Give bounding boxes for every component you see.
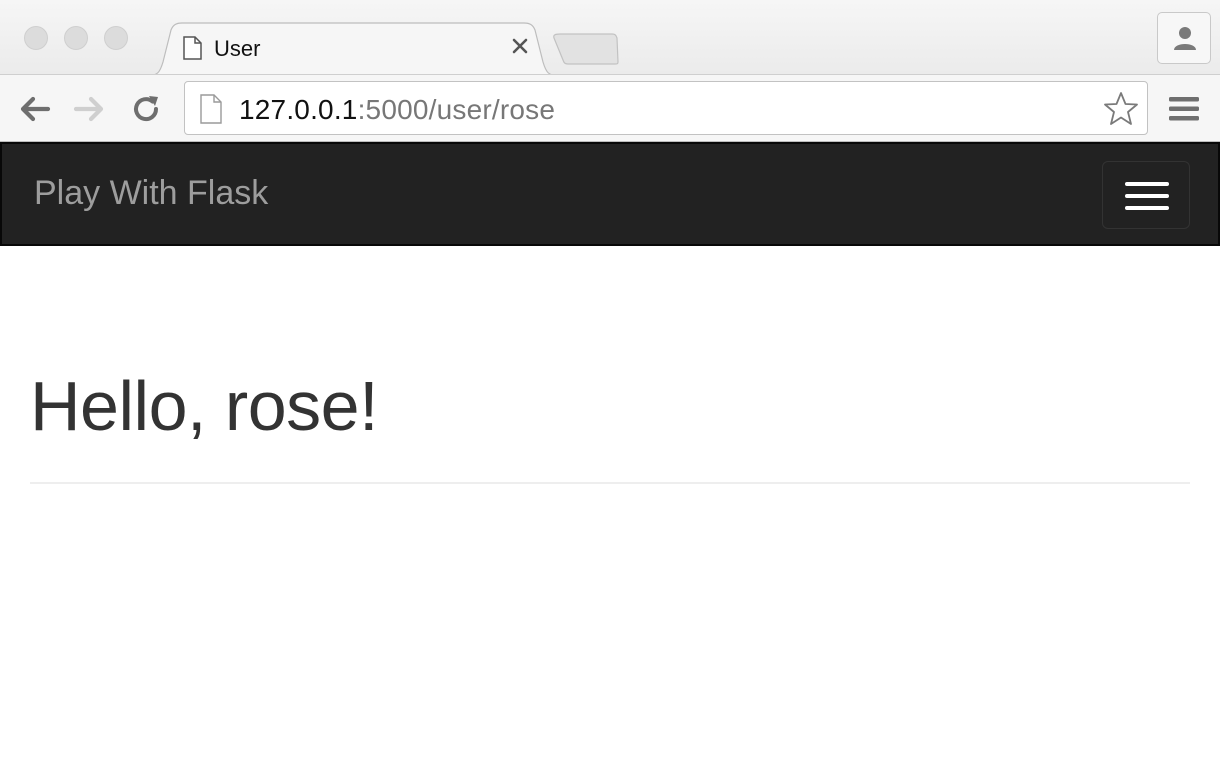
close-window-button[interactable] <box>24 26 48 50</box>
zoom-window-button[interactable] <box>104 26 128 50</box>
page-icon <box>200 94 222 124</box>
url-text[interactable]: 127.0.0.1:5000/user/rose <box>239 94 555 126</box>
site-navbar: Play With Flask <box>0 142 1220 246</box>
browser-titlebar: User <box>0 0 1220 76</box>
minimize-window-button[interactable] <box>64 26 88 50</box>
tab-title: User <box>214 36 261 61</box>
star-icon[interactable] <box>1103 91 1139 127</box>
page-icon <box>183 36 202 60</box>
close-icon[interactable] <box>510 34 530 58</box>
address-bar[interactable]: 127.0.0.1:5000/user/rose <box>184 81 1148 135</box>
forward-arrow-icon[interactable] <box>72 93 108 125</box>
url-host: 127.0.0.1 <box>239 94 358 125</box>
browser-tab-user[interactable]: User <box>146 22 560 76</box>
profile-icon <box>1174 27 1196 50</box>
new-tab-button[interactable] <box>552 32 620 66</box>
back-arrow-icon[interactable] <box>16 93 52 125</box>
tab-shape <box>146 22 560 76</box>
browser-toolbar: 127.0.0.1:5000/user/rose <box>0 74 1220 142</box>
navbar-brand-link[interactable]: Play With Flask <box>34 174 268 213</box>
navbar-toggle-button[interactable] <box>1102 161 1190 229</box>
reload-icon[interactable] <box>128 93 164 125</box>
profile-button[interactable] <box>1157 12 1211 64</box>
page-heading: Hello, rose! <box>30 367 379 445</box>
header-divider <box>30 482 1190 484</box>
menu-icon[interactable] <box>1168 95 1200 123</box>
url-path: :5000/user/rose <box>357 94 556 125</box>
